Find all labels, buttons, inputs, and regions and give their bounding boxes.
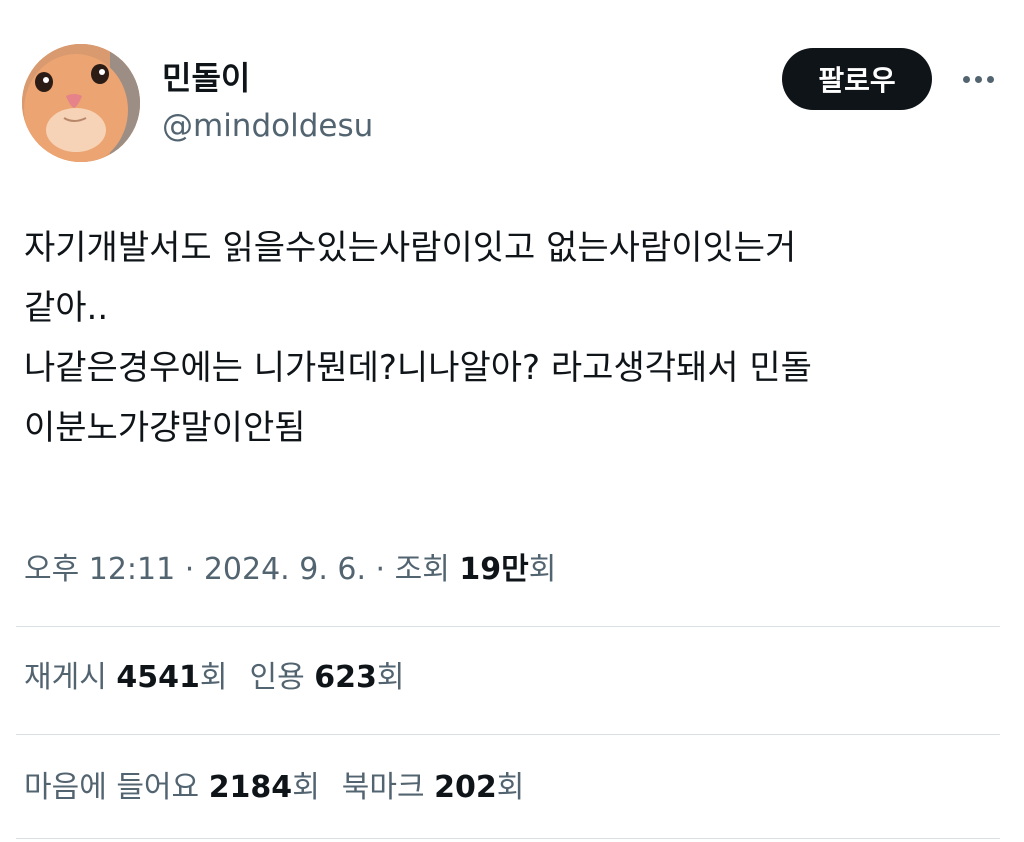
tweet-text-line: 나같은경우에는 니가뭔데?니나알아? 라고생각돼서 민돌: [24, 348, 812, 388]
separator: ·: [366, 552, 395, 587]
tweet-text-line: 자기개발서도 읽을수있는사람이잇고 없는사람이잇는거: [24, 228, 797, 268]
reposts-label: 재게시: [24, 660, 107, 695]
bookmarks-count: 202: [434, 770, 497, 805]
views-suffix: 회: [528, 552, 557, 587]
reposts-suffix: 회: [199, 660, 228, 695]
tweet-text-line: 이분노가걍말이안됨: [24, 408, 306, 448]
quotes-suffix: 회: [376, 660, 405, 695]
tweet-meta: 오후 12:11 · 2024. 9. 6. · 조회 19만회: [24, 548, 556, 592]
cat-face-avatar-icon: [22, 44, 140, 162]
bookmarks-stat[interactable]: 북마크 202회: [342, 770, 525, 805]
dot: [962, 75, 970, 83]
divider: [16, 734, 1000, 735]
likes-suffix: 회: [292, 770, 320, 805]
tweet-text-line: 같아..: [24, 288, 109, 328]
divider: [16, 626, 1000, 627]
views-count: 19만: [459, 552, 529, 587]
engagement-row-reposts: 재게시 4541회 인용 623회: [24, 656, 404, 700]
likes-label: 마음에 들어요: [24, 770, 200, 805]
author-display-name[interactable]: 민돌이: [162, 58, 250, 98]
bookmarks-suffix: 회: [496, 770, 525, 805]
dot: [986, 75, 994, 83]
tweet-text: 자기개발서도 읽을수있는사람이잇고 없는사람이잇는거 같아.. 나같은경우에는 …: [24, 218, 1004, 458]
engagement-row-likes: 마음에 들어요 2184회 북마크 202회: [24, 766, 524, 810]
likes-count: 2184: [208, 770, 293, 805]
views-label: 조회: [394, 552, 450, 587]
reposts-stat[interactable]: 재게시 4541회: [24, 660, 227, 695]
more-options-icon[interactable]: [956, 62, 1000, 96]
avatar[interactable]: [22, 44, 140, 162]
dot: [974, 75, 982, 83]
author-handle[interactable]: @mindoldesu: [162, 106, 373, 146]
quotes-count: 623: [314, 660, 377, 695]
tweet-date[interactable]: 2024. 9. 6.: [204, 552, 366, 587]
divider: [16, 838, 1000, 839]
quotes-label: 인용: [249, 660, 305, 695]
tweet-detail-page: 민돌이 @mindoldesu 팔로우 자기개발서도 읽을수있는사람이잇고 없는…: [0, 0, 1024, 842]
bookmarks-label: 북마크: [341, 770, 425, 805]
quotes-stat[interactable]: 인용 623회: [249, 660, 404, 695]
reposts-count: 4541: [116, 660, 200, 695]
tweet-time[interactable]: 오후 12:11: [24, 552, 175, 587]
likes-stat[interactable]: 마음에 들어요 2184회: [24, 770, 320, 805]
follow-button[interactable]: 팔로우: [782, 48, 932, 110]
separator: ·: [175, 552, 204, 587]
